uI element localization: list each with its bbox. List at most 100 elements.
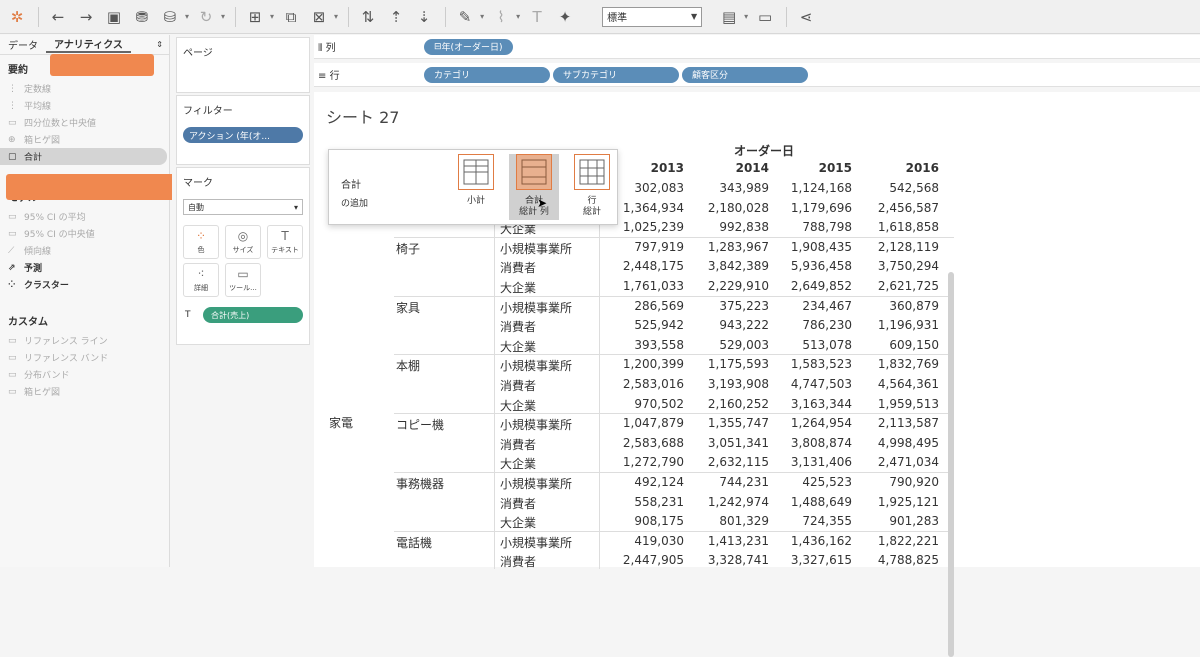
swap-icon[interactable]: ⇅ [355,4,381,30]
tab-data[interactable]: データ [0,37,46,52]
analytics-item-reference-line[interactable]: ▭ リファレンス ライン [0,332,169,349]
chevron-down-icon[interactable]: ▾ [221,12,225,21]
column-pill-order-year[interactable]: ⊟ 年(オーダー日) [424,38,513,55]
duplicate-icon[interactable]: ⧉ [278,4,304,30]
value-cell: 3,051,341 [707,435,769,450]
fit-select[interactable]: 標準 ▼ [602,6,703,27]
measure-pill[interactable]: 合計(売上) [203,307,303,323]
drop-row-grand-totals[interactable]: 行 総計 [567,154,617,220]
drop-subtotals[interactable]: 小計 [451,154,501,220]
value-cell: 901,283 [889,514,939,529]
clear-icon[interactable]: ⊠ [306,4,332,30]
box-plot-icon: ▭ [8,386,17,397]
highlight-icon[interactable]: ✎ [452,4,478,30]
chevron-down-icon[interactable]: ▾ [185,12,189,21]
value-cell: 4,788,825 [877,553,939,568]
paperclip-icon[interactable]: ⌇ [488,4,514,30]
value-cell: 3,327,615 [790,553,852,568]
value-cell: 1,832,769 [877,357,939,372]
analytics-item-totals[interactable]: ▢ 合計 [0,148,167,165]
item-label: 四分位数と中央値 [24,119,97,129]
value-cell: 1,908,435 [790,239,852,254]
tableau-logo-icon[interactable]: ✲ [4,4,30,30]
row-pill-segment[interactable]: 顧客区分 [682,66,808,83]
value-cell: 1,618,858 [877,220,939,235]
value-cell: 790,920 [889,475,939,489]
analytics-item-trend-line[interactable]: ⟋ 傾向線 [0,242,169,259]
detail-button[interactable]: ⁖ 詳細 [183,263,219,297]
segment-cell: 大企業 [500,516,537,531]
value-cell: 2,621,725 [877,279,939,293]
segment-cell: 消費者 [500,496,537,511]
redo-icon[interactable]: → [73,4,99,30]
rows-label-text: 行 [329,71,340,82]
columns-shelf[interactable]: ⦀ 列 ⊟ 年(オーダー日) [314,35,1200,59]
analytics-item-distribution-band[interactable]: ▭ 分布バンド [0,366,169,383]
value-cell: 4,747,503 [790,377,852,391]
size-button[interactable]: ◎ サイズ [225,225,261,259]
filters-card[interactable]: フィルター アクション (年(オ... [176,95,310,165]
color-button[interactable]: ⁘ 色 [183,225,219,259]
value-cell: 2,456,587 [877,200,939,215]
pages-title: ページ [183,48,213,59]
row-pill-subcategory[interactable]: サブカテゴリ [553,66,679,83]
drop-caption: 小計 [466,196,485,206]
sort-asc-icon[interactable]: ⇡ [383,4,409,30]
text-button[interactable]: T テキスト [267,225,303,259]
chevron-down-icon[interactable]: ▾ [334,12,338,21]
analytics-item-ci-median[interactable]: ▭ 95% CI の中央値 [0,225,169,242]
value-cell: 1,242,974 [707,494,769,509]
pin-icon[interactable]: ✦ [552,4,578,30]
row-pill-category[interactable]: カテゴリ [424,66,550,83]
year-header: 2014 [735,161,769,175]
category-cell: 家電 [329,416,354,430]
tooltip-label: ツール... [229,284,257,292]
share-icon[interactable]: ⋖ [793,4,819,30]
tooltip-button[interactable]: ▭ ツール... [225,263,261,297]
rows-shelf[interactable]: ≡ 行 カテゴリ サブカテゴリ 顧客区分 [314,63,1200,87]
value-cell: 724,355 [802,514,852,529]
analytics-item-constant-line[interactable]: ⋮ 定数線 [0,80,169,97]
analytics-item-median-quartiles[interactable]: ▭ 四分位数と中央値 [0,114,169,131]
row-divider [394,413,954,415]
analytics-item-average-line[interactable]: ⋮ 平均線 [0,97,169,114]
value-cell: 1,822,221 [877,533,939,548]
value-cell: 609,150 [889,337,939,352]
year-header: 2013 [650,161,684,175]
trend-line-icon: ⟋ [8,245,15,256]
analytics-item-reference-band[interactable]: ▭ リファレンス バンド [0,349,169,366]
filter-pill[interactable]: アクション (年(オ... [183,127,303,143]
chevron-updown-icon[interactable]: ⇕ [156,40,163,49]
analytics-item-box-plot-custom[interactable]: ▭ 箱ヒゲ図 [0,383,169,400]
value-cell: 1,436,162 [790,533,852,548]
tab-analytics[interactable]: アナリティクス [46,36,131,53]
value-cell: 542,568 [889,181,939,195]
refresh-icon[interactable]: ↻ [193,4,219,30]
chevron-down-icon: ▾ [293,202,298,212]
distribution-band-icon: ▭ [8,369,17,380]
datasource-icon[interactable]: ⛁ [157,4,183,30]
subcategory-cell: 事務機器 [396,477,445,491]
presentation-icon[interactable]: ▭ [752,4,778,30]
vertical-scrollbar[interactable] [948,272,954,657]
new-worksheet-icon[interactable]: ⊞ [242,4,268,30]
chevron-down-icon[interactable]: ▾ [744,12,748,21]
mark-type-select[interactable]: 自動 ▾ [183,199,303,215]
chevron-down-icon[interactable]: ▾ [270,12,274,21]
chevron-down-icon[interactable]: ▾ [480,12,484,21]
label-icon[interactable]: T [524,4,550,30]
undo-icon[interactable]: ← [45,4,71,30]
save-icon[interactable]: ▣ [101,4,127,30]
value-cell: 1,364,934 [622,200,684,215]
drop-column-grand-totals[interactable]: 合計 総計 列 [509,154,559,220]
show-cards-icon[interactable]: ▤ [716,4,742,30]
value-cell: 3,328,741 [707,553,769,568]
add-data-icon[interactable]: ⛃ [129,4,155,30]
sort-desc-icon[interactable]: ⇣ [411,4,437,30]
analytics-item-box-plot[interactable]: ⊕ 箱ヒゲ図 [0,131,169,148]
pages-card[interactable]: ページ [176,37,310,93]
analytics-item-ci-mean[interactable]: ▭ 95% CI の平均 [0,208,169,225]
chevron-down-icon[interactable]: ▾ [516,12,520,21]
analytics-item-forecast[interactable]: ⇗ 予測 [0,259,169,276]
analytics-item-cluster[interactable]: ⁘ クラスター [0,276,169,293]
